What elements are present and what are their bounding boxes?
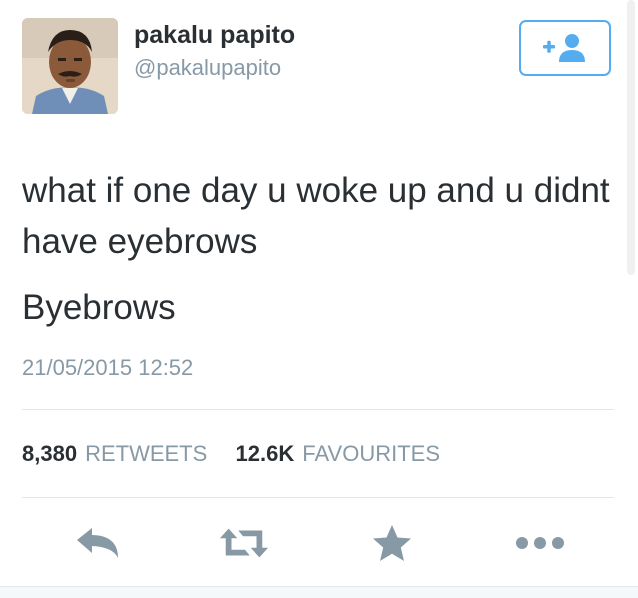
retweet-button[interactable] — [219, 523, 269, 563]
scrollbar[interactable] — [627, 0, 635, 275]
more-button[interactable] — [515, 523, 565, 563]
favourites-label: FAVOURITES — [302, 441, 440, 466]
retweet-icon — [219, 528, 269, 558]
tweet-timestamp[interactable]: 21/05/2015 12:52 — [22, 355, 193, 381]
retweets-stat[interactable]: 8,380 RETWEETS — [22, 441, 213, 466]
reply-button[interactable] — [72, 523, 122, 563]
favourites-stat[interactable]: 12.6K FAVOURITES — [236, 441, 440, 466]
retweets-count: 8,380 — [22, 441, 78, 466]
favourites-count: 12.6K — [235, 441, 295, 466]
divider — [22, 409, 614, 410]
tweet-stats: 8,380 RETWEETS 12.6K FAVOURITES — [22, 441, 440, 467]
retweets-label: RETWEETS — [85, 441, 208, 466]
add-user-icon — [543, 34, 585, 62]
user-handle[interactable]: @pakalupapito — [134, 55, 281, 81]
follow-button[interactable] — [519, 20, 611, 76]
favourite-button[interactable] — [367, 523, 417, 563]
more-icon — [516, 537, 564, 549]
divider — [22, 497, 614, 498]
reply-icon — [77, 528, 118, 558]
tweet-text: what if one day u woke up and u didnt ha… — [22, 171, 610, 261]
tweet-text-line-2: Byebrows — [22, 288, 176, 327]
user-name[interactable]: pakalu papito — [134, 21, 295, 50]
avatar-image — [22, 18, 118, 114]
tweet-card: pakalu papito @pakalupapito what if one … — [0, 0, 638, 598]
star-icon — [373, 525, 411, 561]
avatar[interactable] — [22, 18, 118, 114]
bottom-edge — [0, 586, 638, 598]
